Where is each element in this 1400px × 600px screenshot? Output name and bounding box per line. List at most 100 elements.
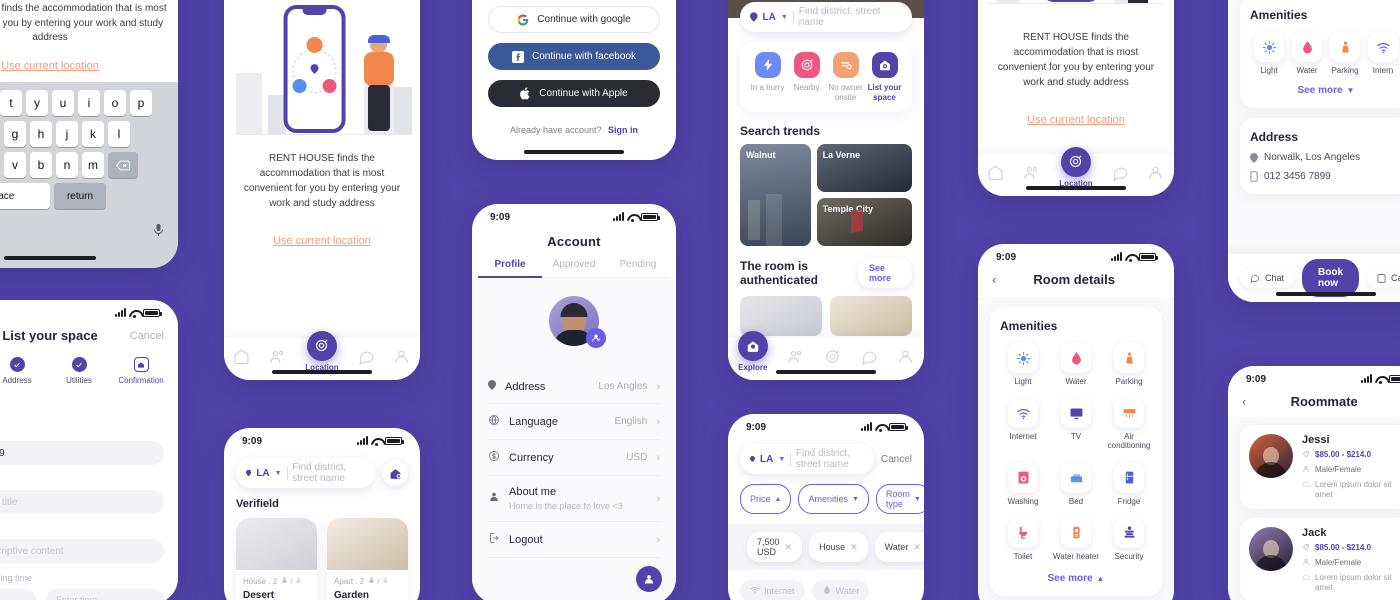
open-time-input[interactable] [0, 589, 36, 600]
field-input[interactable]: nter your post title [0, 490, 164, 514]
explore-search-input[interactable]: LA ▼ Find district, street name [740, 2, 912, 32]
trend-card-walnut[interactable]: Walnut [740, 144, 811, 247]
key-return[interactable]: return [54, 183, 106, 209]
key-space[interactable]: space [0, 183, 50, 209]
amenity-water[interactable]: Water [1053, 343, 1099, 386]
see-more-button[interactable]: See more ▼ [1250, 85, 1400, 96]
field-input[interactable]: nter your descriptive content [0, 539, 164, 563]
step-confirmation[interactable]: Confirmation [79, 357, 172, 385]
calendar-button[interactable]: Ca [1367, 268, 1400, 288]
account-row-address[interactable]: Address Los Angles › [488, 370, 660, 404]
filter-dropdown-price[interactable]: Price ▲ [740, 484, 792, 514]
amenity-grid[interactable]: Light Water Parking Intern [1250, 32, 1400, 75]
quick-action-nearby[interactable]: Nearby [787, 52, 826, 102]
closing-time-input[interactable]: Enter time [46, 589, 164, 600]
amenity-security[interactable]: Security [1106, 517, 1152, 561]
chevron-down-icon[interactable]: ▼ [781, 14, 788, 21]
amenity-fridge[interactable]: Fridge [1106, 462, 1152, 506]
amenity-grid[interactable]: Light Water Parking Internet TV Air condition… [1000, 343, 1152, 561]
key-y[interactable]: y [26, 90, 48, 116]
sidebar-item-account[interactable] [1147, 164, 1164, 186]
key-h[interactable]: h [30, 121, 52, 147]
key-u[interactable]: u [52, 90, 74, 116]
step-utilities[interactable]: Utilities [17, 357, 110, 385]
sidebar-item-location[interactable]: Location [305, 330, 339, 372]
key-i[interactable]: i [78, 90, 100, 116]
sidebar-item-location[interactable]: Location [1059, 146, 1093, 188]
signin-link[interactable]: Sign in [608, 125, 638, 135]
key-j[interactable]: j [56, 121, 78, 147]
cancel-button[interactable]: Cancel [881, 454, 912, 465]
key-t[interactable]: t [0, 90, 22, 116]
sidebar-item-chat[interactable] [358, 348, 375, 370]
amenity-water[interactable]: Water [1288, 32, 1326, 75]
microphone-icon[interactable] [153, 223, 164, 242]
roommate-card[interactable]: Jack $85.00 - $214.0 Male/Female Lorem ipsu… [1240, 518, 1400, 600]
filter-dropdown-room-type[interactable]: Room type ▼ [875, 484, 924, 514]
use-current-location-button[interactable]: Use current location [224, 231, 420, 249]
quick-action-no-owner-onsite[interactable]: No owner onsite [826, 52, 865, 102]
key-v[interactable]: v [4, 152, 26, 178]
chevron-down-icon[interactable]: ▼ [275, 470, 282, 477]
roommate-card[interactable]: Jessi $85.00 - $214.0 Male/Female Lorem ips… [1240, 425, 1400, 509]
close-icon[interactable]: ✕ [913, 542, 921, 553]
amenity-washing[interactable]: Washing [1000, 462, 1046, 506]
location-fab[interactable] [306, 330, 337, 361]
active-filter-tag[interactable]: Water ✕ [874, 532, 924, 562]
quick-action-list-your-space[interactable]: List your space [865, 52, 904, 102]
ios-keyboard[interactable]: wertyuiop sdfghjkl zxcvbnm space return [0, 82, 178, 268]
amenity-intern[interactable]: Intern [1364, 32, 1400, 75]
key-l[interactable]: l [108, 121, 130, 147]
search-input[interactable]: LA ▼ Find district, street name [236, 458, 375, 488]
filter-search-input[interactable]: LA ▼ Find district, street name [740, 444, 874, 474]
auth-room-thumb[interactable] [830, 296, 912, 337]
sidebar-item-explore[interactable]: Explore [737, 330, 768, 372]
sidebar-item-home[interactable] [987, 164, 1004, 186]
amenity-option-list[interactable]: InternetWaterTelevisionLightParkingWashi… [728, 570, 924, 600]
use-current-location-button[interactable]: Use current location [978, 110, 1174, 128]
amenity-option-water[interactable]: Water [811, 580, 870, 600]
listing-card[interactable]: Apart . 2 / Garden Cottage [327, 518, 408, 600]
amenity-water-heater[interactable]: Water heater [1053, 517, 1099, 561]
sidebar-item-account[interactable] [393, 348, 410, 370]
account-row-logout[interactable]: Logout › [488, 522, 660, 558]
key-m[interactable]: m [82, 152, 104, 178]
sidebar-item-chat[interactable] [1112, 164, 1129, 186]
continue-with-google-button[interactable]: Continue with google [488, 6, 660, 33]
use-current-location-link-cropped[interactable]: Use current location [0, 56, 178, 74]
trend-card-la-verne[interactable]: La Verne [816, 144, 912, 193]
chevron-down-icon[interactable]: ▼ [778, 456, 785, 463]
explore-fab[interactable] [737, 330, 768, 361]
key-g[interactable]: g [4, 121, 26, 147]
account-row-about-me[interactable]: About me Home is the place to love <3 › [488, 476, 660, 522]
tab-approved[interactable]: Approved [542, 259, 606, 278]
chat-button[interactable]: Chat [1240, 268, 1295, 288]
filter-dropdown-amenities[interactable]: Amenities ▼ [798, 484, 869, 514]
continue-with-facebook-button[interactable]: Continue with facebook [488, 43, 660, 70]
tab-pending[interactable]: Pending [606, 259, 670, 278]
amenity-bed[interactable]: Bed [1053, 462, 1099, 506]
quick-action-in-a-hurry[interactable]: In a hurry [748, 52, 787, 102]
amenity-option-internet[interactable]: Internet [740, 580, 805, 600]
close-icon[interactable]: ✕ [850, 542, 858, 553]
amenity-parking[interactable]: Parking [1106, 343, 1152, 386]
field-input[interactable]: 123 3456 7899 [0, 441, 164, 465]
amenity-toilet[interactable]: Toilet [1000, 517, 1046, 561]
amenity-air-conditioning[interactable]: Air conditioning [1106, 398, 1152, 450]
close-icon[interactable]: ✕ [785, 542, 793, 553]
account-row-language[interactable]: Language English › [488, 404, 660, 440]
amenity-parking[interactable]: Parking [1326, 32, 1364, 75]
sidebar-item-account[interactable] [897, 348, 914, 370]
see-more-button[interactable]: See more ▲ [1000, 573, 1152, 584]
step-address[interactable]: Address [0, 357, 48, 385]
listing-card[interactable]: House . 2 / Desert Heaven - [236, 518, 317, 600]
backspace-icon[interactable] [108, 152, 138, 178]
sidebar-item-home[interactable] [233, 348, 250, 370]
cancel-button[interactable]: Cancel [130, 330, 164, 342]
sidebar-item-roommate[interactable] [787, 348, 804, 370]
amenity-internet[interactable]: Internet [1000, 398, 1046, 450]
verified-user-icon[interactable] [586, 328, 606, 348]
location-fab[interactable] [1060, 146, 1091, 177]
sidebar-item-location[interactable] [824, 348, 841, 370]
amenity-light[interactable]: Light [1000, 343, 1046, 386]
